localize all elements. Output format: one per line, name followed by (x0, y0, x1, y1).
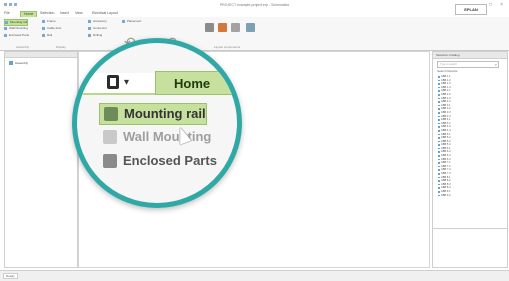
right-panel: Selection Catalog Type to search ⌕ Searc… (432, 51, 508, 278)
wall-mounting-label: Wall Mounting (123, 129, 212, 144)
ribbon: Mounting rail Wall Mounting Enclosed Par… (0, 17, 509, 51)
app-menu-icon[interactable] (107, 75, 119, 89)
ribbon-group-label: Layout components (214, 45, 241, 49)
layout-grey-icon[interactable] (231, 23, 240, 32)
left-panel-header (5, 52, 77, 58)
panel-divider (433, 228, 507, 229)
ribbon-option-button[interactable]: Drilling (88, 33, 102, 38)
tab-selection[interactable]: Selection (40, 11, 54, 16)
maximize-icon[interactable]: □ (489, 2, 492, 8)
tab-file[interactable]: File (4, 11, 10, 16)
catalog-list-item[interactable]: ABB 9.2 (438, 194, 498, 198)
window-title: PROJECT example-project.erp - Schematics (219, 3, 290, 7)
ribbon-option-button[interactable]: Cable duct (42, 26, 61, 31)
ribbon-wall-mounting-button[interactable]: Wall Mounting (4, 26, 28, 31)
tab-view[interactable]: View (75, 11, 83, 16)
left-panel: Assembly (4, 51, 78, 268)
status-label: Ready (3, 273, 18, 279)
status-bar: Ready (0, 270, 509, 281)
enclosed-parts-label: Enclosed Parts (123, 153, 217, 168)
quick-access-toolbar (4, 3, 17, 6)
ribbon-option-button[interactable]: Frame (42, 19, 56, 24)
enclosed-parts-button[interactable]: Enclosed Parts (99, 151, 217, 171)
mounting-rail-icon (104, 107, 118, 121)
right-panel-title: Selection Catalog (436, 53, 460, 57)
right-panel-header: Selection Catalog (433, 52, 507, 59)
mounting-rail-label: Mounting rail (124, 106, 206, 121)
results-caption: Search Results (437, 69, 458, 73)
layout-export-icon[interactable] (246, 23, 255, 32)
search-icon[interactable]: ⌕ (495, 62, 497, 67)
ribbon-mounting-rail-button[interactable]: Mounting rail (4, 19, 29, 26)
ribbon-option-button[interactable]: Accessory (88, 19, 107, 24)
magnified-home-tab[interactable]: Home (155, 71, 237, 95)
app-window: PROJECT example-project.erp - Schematics… (0, 0, 509, 281)
title-bar: PROJECT example-project.erp - Schematics… (0, 0, 509, 10)
wall-mounting-icon (103, 130, 117, 144)
tab-electrical-layout[interactable]: Electrical Layout (92, 11, 118, 16)
save-icon[interactable] (4, 3, 7, 6)
layout-color-icon[interactable] (218, 23, 227, 32)
brand-logo: EPLAN (455, 4, 487, 15)
undo-icon[interactable] (9, 3, 12, 6)
enclosed-parts-icon (103, 154, 117, 168)
tab-insert[interactable]: Insert (60, 11, 69, 16)
mounting-rail-button[interactable]: Mounting rail (99, 103, 207, 125)
ribbon-group-label: Display (56, 45, 66, 49)
ribbon-group-label: Assembly (16, 45, 30, 49)
catalog-list: ABB 1.1 ABB 1.2 ABB 1.3 ABB 1.4 ABB 2.1 ABB 2… (438, 75, 498, 197)
catalog-search-input[interactable]: Type to search ⌕ (437, 61, 499, 68)
ribbon-option-button[interactable]: Placement (122, 19, 141, 24)
ribbon-option-button[interactable]: Connector (88, 26, 107, 31)
search-placeholder: Type to search (440, 63, 458, 66)
ribbon-enclosed-parts-button[interactable]: Enclosed Parts (4, 33, 29, 38)
layout-3d-icon[interactable] (205, 23, 214, 32)
zoom-magnifier: ▾ Home Mounting rail Wall Mounting Enclo… (72, 38, 242, 208)
wall-mounting-button[interactable]: Wall Mounting (99, 127, 211, 147)
chevron-down-icon[interactable]: ▾ (124, 77, 129, 88)
redo-icon[interactable] (14, 3, 17, 6)
tree-root-item[interactable]: Assembly (8, 61, 28, 65)
ribbon-option-button[interactable]: Rail (42, 33, 52, 38)
close-icon[interactable]: × (500, 2, 503, 8)
